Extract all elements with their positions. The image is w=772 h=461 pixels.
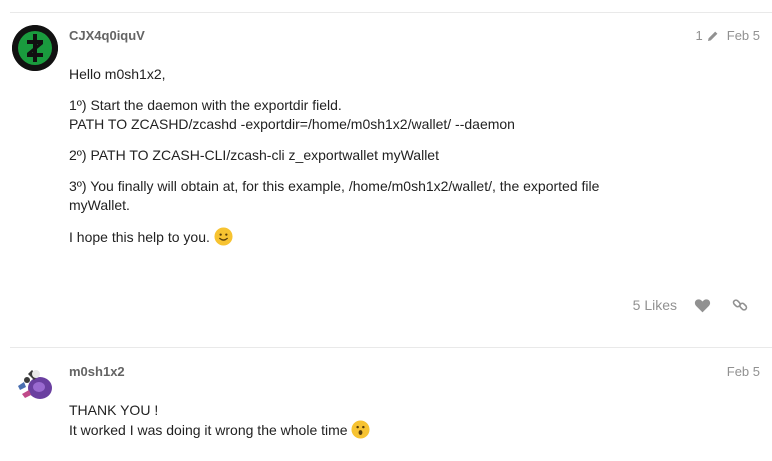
reply-text: It worked I was doing it wrong the whole… [69,422,348,438]
top-divider [10,12,772,13]
post-date[interactable]: Feb 5 [727,28,760,43]
username[interactable]: CJX4q0iquV [69,28,145,43]
avatar[interactable] [12,360,58,406]
post-body: Hello m0sh1x2, 1º) Start the daemon with… [69,65,669,259]
link-icon [732,299,748,311]
post-meta: 1 Feb 5 [696,28,760,43]
closing-text: I hope this help to you. [69,229,210,245]
slight-smile-emoji-icon [214,227,233,246]
edit-count[interactable]: 1 [696,28,703,43]
username[interactable]: m0sh1x2 [69,364,125,379]
cartoon-avatar-icon [12,360,58,406]
step-3-text: 3º) You finally will obtain at, for this… [69,178,600,194]
post-date[interactable]: Feb 5 [727,364,760,379]
thanks-text: THANK YOU ! [69,402,159,418]
post-body: THANK YOU ! It worked I was doing it wro… [69,401,669,440]
step-2-text: 2º) PATH TO ZCASH-CLI/zcash-cli z_export… [69,147,439,163]
step-1-text: 1º) Start the daemon with the exportdir … [69,97,342,113]
heart-icon [694,298,710,312]
pencil-icon[interactable] [707,30,719,42]
astonished-emoji-icon [351,420,370,439]
step-1-command: PATH TO ZCASHD/zcashd -exportdir=/home/m… [69,116,515,132]
post-meta: Feb 5 [727,364,760,379]
share-link-button[interactable] [730,295,750,315]
avatar[interactable] [12,25,58,71]
post-divider [10,347,772,348]
zcash-avatar-icon [12,25,58,71]
step-3-filename: myWallet. [69,197,130,213]
like-button[interactable] [692,295,712,315]
likes-count[interactable]: 5 Likes [633,297,677,313]
greeting: Hello m0sh1x2, [69,66,166,82]
post-actions: 5 Likes [633,295,750,315]
